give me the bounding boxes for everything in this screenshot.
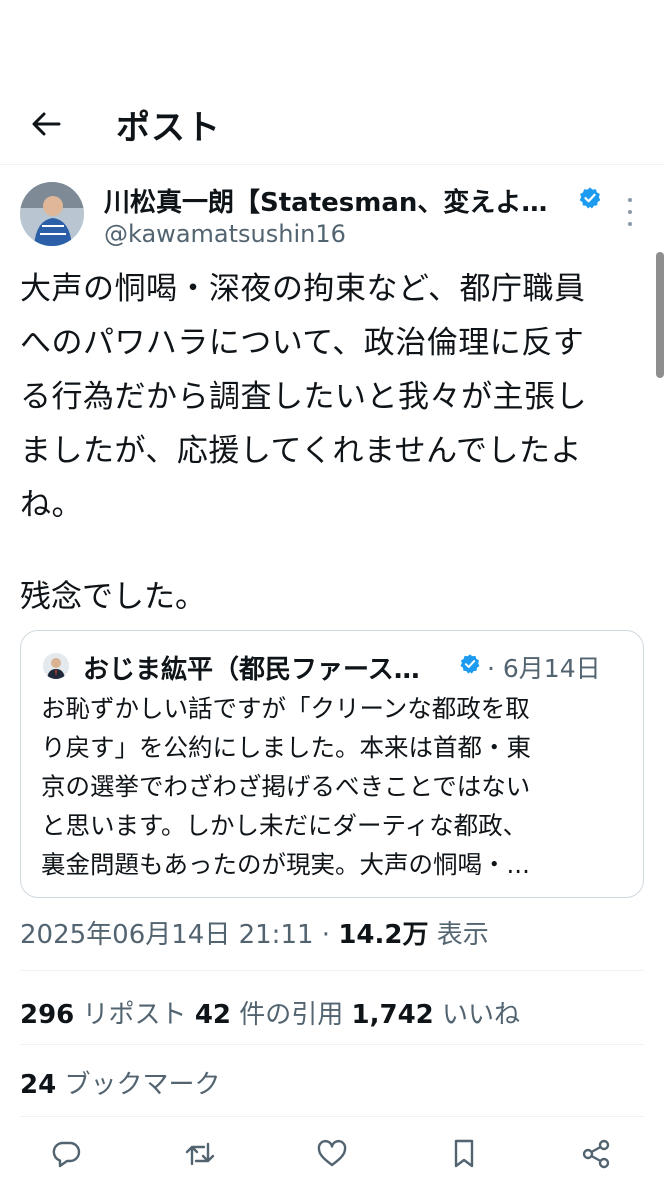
tweet-line: ね。 (20, 487, 83, 523)
action-bar (0, 1134, 664, 1178)
page-title: ポスト (116, 108, 221, 148)
tweet-line: 大声の恫喝・深夜の拘束など、都庁職員 (20, 271, 586, 307)
repost-button[interactable] (180, 1134, 220, 1174)
quoted-text: お恥ずかしい話ですが「クリーンな都政を取 り戻す」を公約にしました。本来は首都・… (41, 689, 625, 884)
repost-count: 296 (20, 1000, 75, 1030)
like-button[interactable] (312, 1134, 352, 1174)
tweet-text: 大声の恫喝・深夜の拘束など、都庁職員 へのパワハラについて、政治倫理に反す る行… (20, 262, 640, 532)
post-timestamp[interactable]: 2025年06月14日 21:11 · (20, 920, 338, 950)
view-label: 表示 (428, 920, 489, 950)
like-count-link[interactable]: 1,742 いいね (352, 1000, 521, 1030)
like-count: 1,742 (351, 1000, 434, 1030)
divider (20, 1044, 644, 1045)
more-options-icon[interactable] (622, 198, 638, 226)
share-icon (582, 1139, 610, 1169)
quoted-author-name: おじま紘平（都民ファース… (83, 655, 420, 685)
avatar[interactable] (20, 182, 84, 246)
bookmark-label: ブックマーク (56, 1070, 221, 1100)
author-name[interactable]: 川松真一朗【Statesman、変えよ… (104, 182, 547, 219)
scrollbar[interactable] (656, 252, 664, 378)
quoted-line: 裏金問題もあったのが現実。大声の恫喝・... (41, 850, 530, 879)
divider (20, 970, 644, 971)
quoted-line: お恥ずかしい話ですが「クリーンな都政を取 (41, 694, 530, 723)
header: ポスト (0, 92, 664, 164)
share-button[interactable] (576, 1134, 616, 1174)
back-button[interactable] (26, 104, 66, 144)
view-count: 14.2万 (338, 920, 429, 950)
post-meta: 2025年06月14日 21:11 · 14.2万 表示 (20, 914, 489, 951)
tweet-line: ましたが、応援してくれませんでしたよ (20, 433, 583, 469)
reply-icon (52, 1141, 81, 1168)
quote-count: 42 (194, 1000, 231, 1030)
repost-count-link[interactable]: 296 リポスト (20, 1000, 195, 1030)
tweet-line: 残念でした。 (20, 579, 206, 615)
verified-badge-icon (579, 187, 601, 209)
divider (20, 1116, 644, 1117)
quoted-line: と思います。しかし未だにダーティな都政、 (41, 811, 528, 840)
bookmark-count-link[interactable]: 24 ブックマーク (20, 1064, 220, 1101)
bookmark-count: 24 (20, 1070, 57, 1100)
quoted-post-card[interactable]: おじま紘平（都民ファース… · 6月14日 お恥ずかしい話ですが「クリーンな都政… (20, 630, 644, 898)
avatar-image (20, 182, 84, 246)
tweet-line: る行為だから調査したいと我々が主張し (20, 379, 587, 415)
engagement-stats: 296 リポスト 42 件の引用 1,742 いいね (20, 994, 520, 1031)
author-handle[interactable]: @kawamatsushin16 (104, 220, 346, 248)
repost-icon (185, 1142, 215, 1166)
repost-label: リポスト (74, 1000, 195, 1030)
header-divider (0, 164, 664, 165)
like-icon (317, 1139, 347, 1167)
arrow-left-icon (32, 112, 61, 136)
post-page: ポスト 川松真一朗【Statesman、変えよ… @kawamatsushin1… (0, 0, 664, 1200)
quoted-avatar (43, 653, 69, 679)
quoted-line: 京の選挙でわざわざ掲げるべきことではない (41, 772, 531, 801)
bookmark-icon (454, 1139, 474, 1168)
quote-count-link[interactable]: 42 件の引用 (195, 1000, 352, 1030)
tweet-line: へのパワハラについて、政治倫理に反す (20, 325, 585, 361)
reply-button[interactable] (46, 1134, 86, 1174)
verified-badge-icon (460, 654, 480, 674)
like-label: いいね (433, 1000, 521, 1030)
quoted-line: り戻す」を公約にしました。本来は首都・東 (41, 733, 531, 762)
quote-label: 件の引用 (231, 1000, 352, 1030)
quoted-date: · 6月14日 (487, 654, 601, 683)
bookmark-button[interactable] (444, 1134, 484, 1174)
